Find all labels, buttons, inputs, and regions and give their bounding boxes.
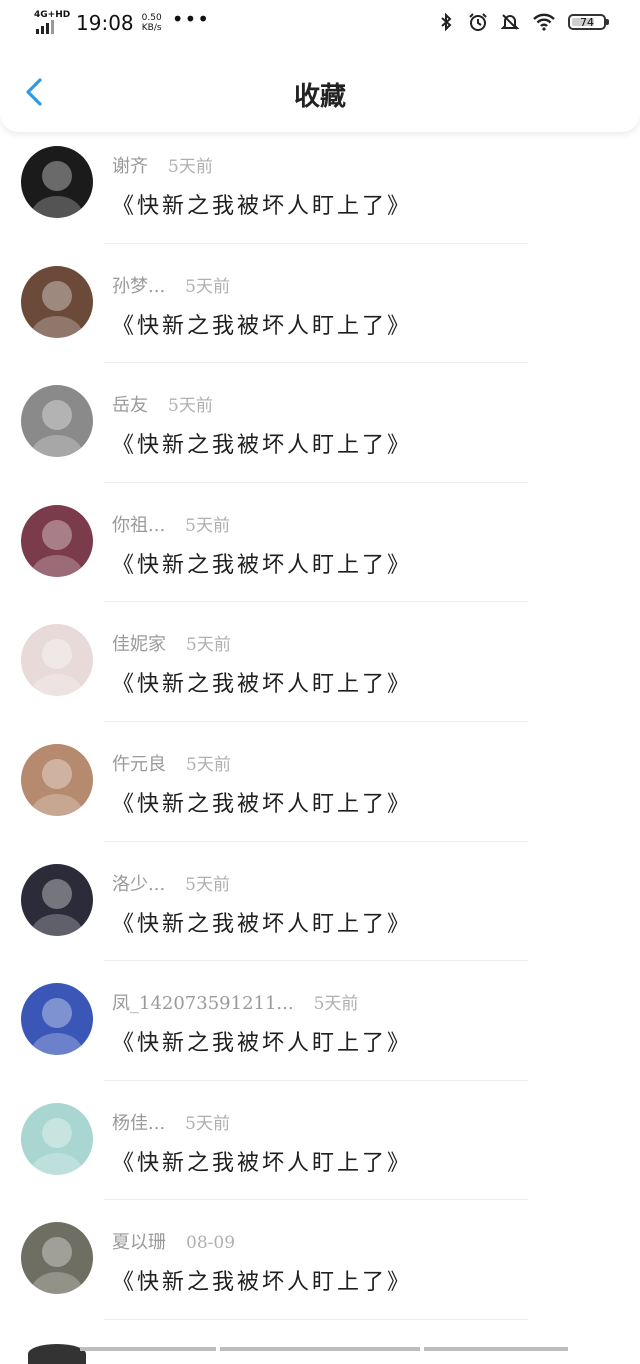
book-title-link[interactable]: 《快新之我被坏人盯上了》	[112, 666, 412, 698]
list-item[interactable]: 岳友 5天前《快新之我被坏人盯上了》	[0, 363, 640, 483]
list-item[interactable]: 仵元良 5天前《快新之我被坏人盯上了》	[0, 722, 640, 842]
book-title-link[interactable]: 《快新之我被坏人盯上了》	[112, 786, 412, 818]
user-name[interactable]: 孙梦...	[112, 272, 165, 298]
signal-icon: 4G+HD	[34, 10, 70, 36]
book-title-link[interactable]: 《快新之我被坏人盯上了》	[112, 427, 412, 459]
avatar-image	[21, 743, 93, 816]
list-item[interactable]: 杨佳... 5天前《快新之我被坏人盯上了》	[0, 1081, 640, 1201]
avatar-image	[21, 983, 93, 1056]
status-right: 74	[436, 12, 609, 32]
status-left: 4G+HD 19:08 0.50 KB/s •••	[34, 7, 211, 36]
item-meta: 佳妮家 5天前	[112, 630, 231, 656]
item-meta: 凤_142073591211... 5天前	[112, 989, 358, 1015]
avatar-image	[21, 1222, 93, 1295]
avatar-image	[21, 385, 93, 458]
user-name[interactable]: 洛少...	[112, 870, 165, 896]
user-name[interactable]: 你祖...	[112, 511, 165, 537]
list-item[interactable]: 孙梦... 5天前《快新之我被坏人盯上了》	[0, 244, 640, 364]
wifi-icon	[533, 13, 555, 31]
avatar	[28, 1344, 86, 1364]
user-name[interactable]: 仵元良	[112, 750, 166, 776]
avatar[interactable]	[21, 504, 93, 577]
book-title-link[interactable]: 《快新之我被坏人盯上了》	[112, 547, 412, 579]
avatar[interactable]	[21, 624, 93, 697]
header-bar: 收藏	[0, 52, 640, 132]
alarm-icon	[469, 13, 487, 31]
loading-placeholder	[220, 1347, 420, 1351]
item-meta: 夏以珊 08-09	[112, 1228, 235, 1254]
avatar-image	[21, 265, 93, 338]
network-type: 4G+HD	[34, 10, 71, 20]
timestamp: 5天前	[168, 157, 213, 177]
battery-indicator: 74	[568, 14, 609, 30]
avatar-image	[21, 146, 93, 218]
book-title-link[interactable]: 《快新之我被坏人盯上了》	[112, 308, 412, 340]
status-time: 19:08	[76, 11, 134, 35]
book-title-link[interactable]: 《快新之我被坏人盯上了》	[112, 1145, 412, 1177]
timestamp: 08-09	[186, 1233, 236, 1254]
timestamp: 5天前	[185, 515, 230, 536]
list-item[interactable]: 佳妮家 5天前《快新之我被坏人盯上了》	[0, 602, 640, 722]
timestamp: 5天前	[186, 635, 231, 656]
user-name[interactable]: 夏以珊	[112, 1228, 166, 1254]
speed-value: 0.50	[141, 13, 162, 23]
user-name[interactable]: 岳友	[112, 391, 148, 417]
timestamp: 5天前	[313, 994, 359, 1015]
item-meta: 杨佳... 5天前	[112, 1109, 230, 1135]
bluetooth-icon	[441, 12, 452, 32]
book-title-link[interactable]: 《快新之我被坏人盯上了》	[112, 1264, 412, 1296]
battery-level: 74	[580, 15, 594, 29]
favorites-list: 谢齐 5天前 《快新之我被坏人盯上了》 孙梦... 5天前 《快新之我被坏人盯上了》 岳友 5…	[0, 124, 640, 1320]
user-name[interactable]: 谢齐	[112, 152, 148, 178]
network-speed: 0.50 KB/s	[142, 13, 162, 33]
partial-list-item	[0, 1340, 640, 1364]
more-notifications-icon: •••	[171, 7, 211, 31]
status-bar: 4G+HD 19:08 0.50 KB/s ••• 74	[0, 0, 640, 52]
avatar[interactable]	[21, 265, 93, 338]
avatar-image	[21, 624, 93, 697]
divider	[104, 1318, 528, 1320]
item-meta: 洛少... 5天前	[112, 870, 230, 896]
list-item[interactable]: 凤_142073591211... 5天前《快新之我被坏人盯上了》	[0, 961, 640, 1081]
list-item[interactable]: 你祖... 5天前《快新之我被坏人盯上了》	[0, 483, 640, 603]
avatar[interactable]	[21, 385, 93, 458]
list-item[interactable]: 洛少... 5天前《快新之我被坏人盯上了》	[0, 842, 640, 962]
item-meta: 谢齐 5天前	[112, 152, 213, 178]
user-name[interactable]: 凤_142073591211...	[112, 989, 294, 1015]
user-name[interactable]: 杨佳...	[112, 1109, 165, 1135]
mute-bell-icon	[500, 14, 520, 30]
speed-unit: KB/s	[141, 23, 162, 33]
timestamp: 5天前	[186, 754, 231, 775]
list-item[interactable]: 谢齐 5天前《快新之我被坏人盯上了》	[0, 124, 640, 244]
timestamp: 5天前	[168, 396, 213, 417]
book-title-link[interactable]: 《快新之我被坏人盯上了》	[112, 188, 412, 220]
avatar[interactable]	[21, 146, 93, 218]
avatar-image	[21, 863, 93, 936]
avatar-image	[21, 1102, 93, 1175]
list-item[interactable]: 夏以珊 08-09 《快新之我被坏人盯上了》	[0, 1200, 640, 1320]
avatar[interactable]	[21, 983, 93, 1056]
item-meta: 仵元良 5天前	[112, 750, 231, 776]
item-meta: 孙梦... 5天前	[112, 272, 230, 298]
loading-placeholder	[80, 1347, 216, 1351]
avatar[interactable]	[21, 743, 93, 816]
signal-bars	[36, 20, 54, 34]
timestamp: 5天前	[185, 874, 230, 895]
user-name[interactable]: 佳妮家	[112, 630, 166, 656]
timestamp: 5天前	[185, 276, 230, 297]
book-title-link[interactable]: 《快新之我被坏人盯上了》	[112, 1025, 412, 1057]
timestamp: 5天前	[185, 1113, 230, 1134]
item-meta: 岳友 5天前	[112, 391, 213, 417]
avatar-image	[21, 504, 93, 577]
avatar[interactable]	[21, 863, 93, 936]
page-title: 收藏	[293, 82, 346, 112]
avatar[interactable]	[21, 1222, 93, 1295]
item-meta: 你祖... 5天前	[112, 511, 230, 537]
loading-placeholder	[424, 1347, 568, 1351]
avatar[interactable]	[21, 1102, 93, 1175]
book-title-link[interactable]: 《快新之我被坏人盯上了》	[112, 906, 412, 938]
